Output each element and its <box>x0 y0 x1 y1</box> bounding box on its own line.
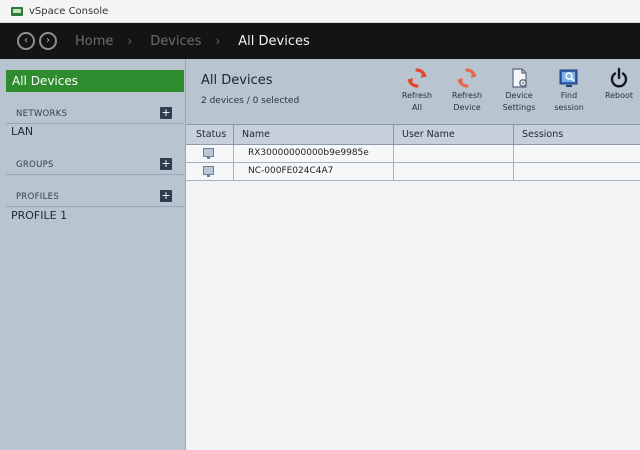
device-settings-button[interactable]: Device Settings <box>493 67 545 113</box>
status-cell <box>186 163 234 180</box>
reboot-button[interactable]: Reboot <box>593 67 640 101</box>
sidebar-item-profile-1[interactable]: PROFILE 1 <box>11 209 67 222</box>
devices-table-header: Status Name User Name Sessions <box>186 124 640 145</box>
refresh-device-icon <box>457 68 477 88</box>
add-network-button[interactable]: + <box>160 107 172 119</box>
refresh-device-label-2: Device <box>453 103 481 112</box>
refresh-device-button[interactable]: Refresh Device <box>441 67 493 113</box>
breadcrumb-separator: › <box>127 34 133 48</box>
user-name-cell <box>394 163 514 180</box>
refresh-all-label-2: All <box>412 103 422 112</box>
sidebar-item-lan[interactable]: LAN <box>11 125 33 138</box>
profiles-label: PROFILES <box>16 192 60 202</box>
navigation-bar: ‹ › Home › Devices › All Devices <box>0 23 640 59</box>
breadcrumb-home[interactable]: Home <box>75 34 113 49</box>
monitor-icon <box>203 166 214 177</box>
device-settings-label-2: Settings <box>502 103 536 112</box>
device-settings-label-1: Device <box>505 91 533 100</box>
find-session-button[interactable]: Find session <box>543 67 595 113</box>
networks-label: NETWORKS <box>16 109 68 119</box>
add-group-button[interactable]: + <box>160 158 172 170</box>
breadcrumb-all-devices: All Devices <box>238 33 310 49</box>
sessions-cell <box>514 163 640 180</box>
column-status[interactable]: Status <box>186 125 234 144</box>
column-name[interactable]: Name <box>234 125 394 144</box>
add-profile-button[interactable]: + <box>160 190 172 202</box>
refresh-all-button[interactable]: Refresh All <box>391 67 443 113</box>
networks-section: NETWORKS + <box>6 102 184 124</box>
power-icon <box>610 67 628 88</box>
status-cell <box>186 145 234 162</box>
back-button[interactable]: ‹ <box>17 32 35 50</box>
table-row[interactable]: RX30000000000b9e9985e <box>186 145 640 163</box>
breadcrumb-separator: › <box>215 34 221 48</box>
groups-label: GROUPS <box>16 160 54 170</box>
selection-count: 2 devices / 0 selected <box>201 96 300 106</box>
device-name-cell: RX30000000000b9e9985e <box>234 145 394 162</box>
forward-button[interactable]: › <box>39 32 57 50</box>
table-row[interactable]: NC-000FE024C4A7 <box>186 163 640 181</box>
refresh-device-label-1: Refresh <box>451 91 483 100</box>
sidebar-item-all-devices[interactable]: All Devices <box>6 70 184 92</box>
column-sessions[interactable]: Sessions <box>514 125 640 144</box>
monitor-icon <box>203 148 214 159</box>
refresh-all-label-1: Refresh <box>401 91 433 100</box>
find-session-label-2: session <box>554 103 584 112</box>
device-settings-icon <box>512 68 527 88</box>
devices-table: RX30000000000b9e9985e NC-000FE024C4A7 <box>186 145 640 450</box>
device-name-cell: NC-000FE024C4A7 <box>234 163 394 180</box>
content-header: All Devices 2 devices / 0 selected Refre… <box>186 59 640 124</box>
user-name-cell <box>394 145 514 162</box>
app-icon <box>11 6 23 16</box>
profiles-section: PROFILES + <box>6 185 184 207</box>
refresh-icon <box>407 68 427 88</box>
find-session-icon <box>559 69 578 87</box>
sessions-cell <box>514 145 640 162</box>
groups-section: GROUPS + <box>6 153 184 175</box>
sidebar: All Devices NETWORKS + LAN GROUPS + PROF… <box>0 59 186 450</box>
column-user-name[interactable]: User Name <box>394 125 514 144</box>
page-title: All Devices <box>201 73 273 88</box>
find-session-label-1: Find <box>560 91 578 100</box>
reboot-label: Reboot <box>604 91 634 100</box>
title-bar: vSpace Console <box>0 0 640 23</box>
window-title: vSpace Console <box>29 5 109 17</box>
breadcrumb-devices[interactable]: Devices <box>150 34 201 49</box>
vspace-console-window: vSpace Console ‹ › Home › Devices › All … <box>0 0 640 450</box>
